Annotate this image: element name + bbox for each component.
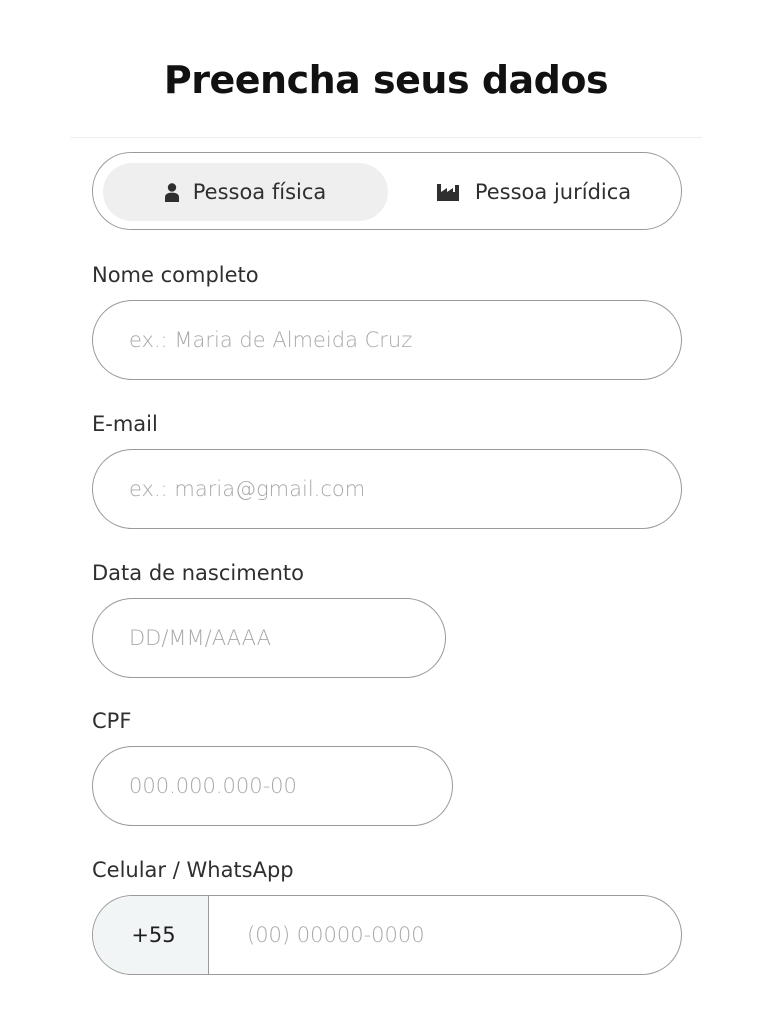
email-field (92, 449, 682, 529)
factory-icon (436, 183, 459, 201)
birth-date-input[interactable] (129, 599, 421, 677)
birth-date-field (92, 598, 446, 678)
person-icon (164, 182, 179, 202)
email-input[interactable] (129, 450, 657, 528)
person-type-toggle: Pessoa física Pessoa jurídica (92, 152, 682, 230)
phone-input[interactable] (247, 896, 655, 974)
cpf-label: CPF (92, 709, 132, 733)
full-name-input[interactable] (129, 301, 657, 379)
email-label: E-mail (92, 412, 158, 436)
tab-pessoa-fisica-label: Pessoa física (192, 180, 327, 204)
cpf-input[interactable] (129, 747, 428, 825)
phone-label: Celular / WhatsApp (92, 858, 294, 882)
tab-pessoa-juridica-label: Pessoa jurídica (474, 180, 632, 204)
header-divider (70, 137, 702, 138)
page-title: Preencha seus dados (163, 58, 609, 102)
phone-field: +55 (92, 895, 682, 975)
birth-date-label: Data de nascimento (92, 561, 305, 585)
full-name-field (92, 300, 682, 380)
country-code-prefix: +55 (93, 896, 209, 974)
tab-pessoa-juridica[interactable]: Pessoa jurídica (395, 163, 673, 221)
full-name-label: Nome completo (92, 263, 259, 287)
cpf-field (92, 746, 453, 826)
tab-pessoa-fisica[interactable]: Pessoa física (103, 163, 388, 221)
